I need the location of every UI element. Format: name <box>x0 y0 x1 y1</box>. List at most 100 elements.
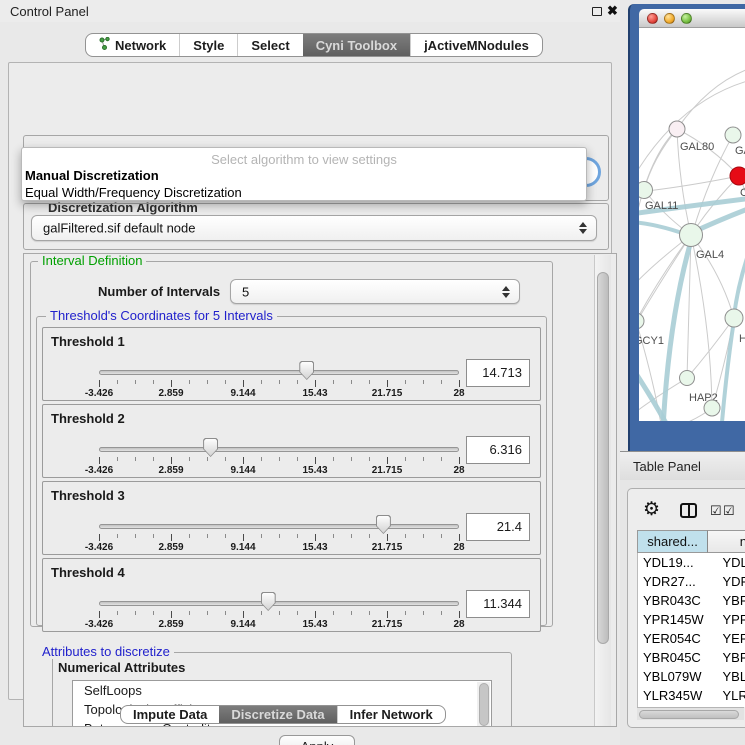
numerical-attributes-label: Numerical Attributes <box>58 660 185 675</box>
scrollbar-thumb[interactable] <box>597 272 609 644</box>
network-node-hap2[interactable] <box>680 371 695 386</box>
table-horizontal-scrollbar[interactable] <box>637 707 744 720</box>
tab-network[interactable]: Network <box>86 34 179 56</box>
network-edge[interactable] <box>647 176 739 191</box>
network-node-h[interactable] <box>725 309 743 327</box>
slider-tick <box>387 457 388 464</box>
cell-shared-name: YBR043C <box>638 591 708 610</box>
network-edge[interactable] <box>721 320 734 421</box>
slider-tick-label: 21.715 <box>357 619 417 630</box>
slider-tick <box>333 457 334 461</box>
cell-name: YLR3 <box>708 686 745 705</box>
threshold-value-field[interactable]: 11.344 <box>466 590 530 618</box>
table-row[interactable]: YBL079WYBL0 <box>638 667 745 686</box>
table-row[interactable]: YLR345WYLR3 <box>638 686 745 705</box>
network-edge[interactable] <box>639 129 677 233</box>
network-node-gal4[interactable] <box>680 224 703 247</box>
network-edge[interactable] <box>691 235 734 318</box>
threshold-value-field[interactable]: 21.4 <box>466 513 530 541</box>
table-row[interactable]: YER054CYER0 <box>638 629 745 648</box>
network-edge[interactable] <box>644 129 677 190</box>
gear-icon[interactable]: ⚙ <box>643 498 660 521</box>
slider-tick <box>153 457 154 461</box>
algorithm-dropdown-popup: Select algorithm to view settings Manual… <box>21 147 587 201</box>
network-canvas[interactable]: GAL80GACGAL11GAL4GCY1HHAP2 <box>639 28 745 421</box>
table-data-combobox[interactable]: galFiltered.sif default node <box>31 215 597 241</box>
slider-tick <box>99 380 100 387</box>
slider-handle-face <box>300 362 313 379</box>
slider-tick <box>315 380 316 387</box>
slider-track[interactable] <box>99 601 459 606</box>
table-row[interactable]: YBR043CYBR0 <box>638 591 745 610</box>
slider-track[interactable] <box>99 370 459 375</box>
slider-tick <box>441 457 442 461</box>
table-row[interactable]: YPR145WYPR1 <box>638 610 745 629</box>
tab-impute-data[interactable]: Impute Data <box>121 706 219 723</box>
table-panel-inset: ⚙ ☑ ☑ shared...na YDL19...YDL1YDR27...YD… <box>627 488 745 728</box>
slider-tick <box>99 534 100 541</box>
slider-handle[interactable] <box>203 438 218 457</box>
tab-label: Cyni Toolbox <box>316 38 397 53</box>
threshold-1-box: Threshold 1-3.4262.8599.14415.4321.71528… <box>42 327 541 401</box>
cell-name: YDR2 <box>708 572 745 591</box>
threshold-label: Threshold 4 <box>51 565 125 580</box>
network-node-gcy1[interactable] <box>639 313 644 329</box>
slider-handle[interactable] <box>299 361 314 380</box>
checkbox-icon[interactable]: ☑ <box>723 503 735 519</box>
threshold-value-field[interactable]: 6.316 <box>466 436 530 464</box>
scrollbar-thumb[interactable] <box>639 710 739 719</box>
slider-tick <box>261 534 262 538</box>
column-layout-icon[interactable] <box>680 503 697 518</box>
slider-handle[interactable] <box>376 515 391 534</box>
threshold-label: Threshold 3 <box>51 488 125 503</box>
network-view-window[interactable]: GAL80GACGAL11GAL4GCY1HHAP2 <box>628 4 745 451</box>
tab-infer-network[interactable]: Infer Network <box>337 706 445 723</box>
slider-track[interactable] <box>99 524 459 529</box>
apply-button[interactable]: Apply <box>279 735 355 745</box>
zoom-window-icon[interactable] <box>681 13 692 24</box>
tab-label: jActiveMNodules <box>424 38 529 53</box>
slider-tick <box>153 611 154 615</box>
slider-track[interactable] <box>99 447 459 452</box>
attributes-group-label: Attributes to discretize <box>38 645 174 659</box>
column-header-na[interactable]: na <box>708 530 745 553</box>
settings-panel-scrollbar[interactable] <box>594 255 611 726</box>
network-edge[interactable] <box>677 68 745 129</box>
attributes-list-scrollbar[interactable] <box>477 682 490 727</box>
slider-tick-label: 2.859 <box>141 388 201 399</box>
minimize-window-icon[interactable] <box>664 13 675 24</box>
network-edge[interactable] <box>734 246 745 316</box>
slider-handle[interactable] <box>261 592 276 611</box>
table-row[interactable]: YBR045CYBR0 <box>638 648 745 667</box>
threshold-4-box: Threshold 4-3.4262.8599.14415.4321.71528… <box>42 558 541 632</box>
slider-tick <box>369 534 370 538</box>
network-node[interactable] <box>704 400 720 416</box>
tab-jactivemnodules[interactable]: jActiveMNodules <box>410 34 542 56</box>
close-panel-icon[interactable]: ✖ <box>607 3 618 19</box>
network-node-gal11[interactable] <box>639 182 653 199</box>
tab-cyni-toolbox[interactable]: Cyni Toolbox <box>303 34 410 56</box>
tab-discretize-data[interactable]: Discretize Data <box>219 706 336 723</box>
node-label: H <box>739 333 745 345</box>
dropdown-option-equal-width-frequency-discretization[interactable]: Equal Width/Frequency Discretization <box>25 185 242 200</box>
close-window-icon[interactable] <box>647 13 658 24</box>
threshold-2-box: Threshold 2-3.4262.8599.14415.4321.71528… <box>42 404 541 478</box>
number-of-intervals-combobox[interactable]: 5 <box>230 279 520 304</box>
network-node-c[interactable] <box>730 167 745 185</box>
tab-select[interactable]: Select <box>237 34 302 56</box>
checkbox-icon[interactable]: ☑ <box>710 503 722 519</box>
dropdown-option-manual-discretization[interactable]: Manual Discretization <box>25 168 159 183</box>
table-row[interactable]: YDL19...YDL1 <box>638 553 745 572</box>
float-panel-icon[interactable] <box>592 7 602 16</box>
network-node-ga[interactable] <box>725 127 741 143</box>
scrollbar-thumb[interactable] <box>479 683 489 726</box>
slider-tick <box>333 380 334 384</box>
tab-style[interactable]: Style <box>179 34 237 56</box>
network-node-gal80[interactable] <box>669 121 685 137</box>
column-header-shared-[interactable]: shared... <box>637 530 708 553</box>
slider-tick <box>387 534 388 541</box>
tab-label: Select <box>251 38 289 53</box>
threshold-value-field[interactable]: 14.713 <box>466 359 530 387</box>
attribute-item-selfloops[interactable]: SelfLoops <box>73 681 491 700</box>
table-row[interactable]: YDR27...YDR2 <box>638 572 745 591</box>
